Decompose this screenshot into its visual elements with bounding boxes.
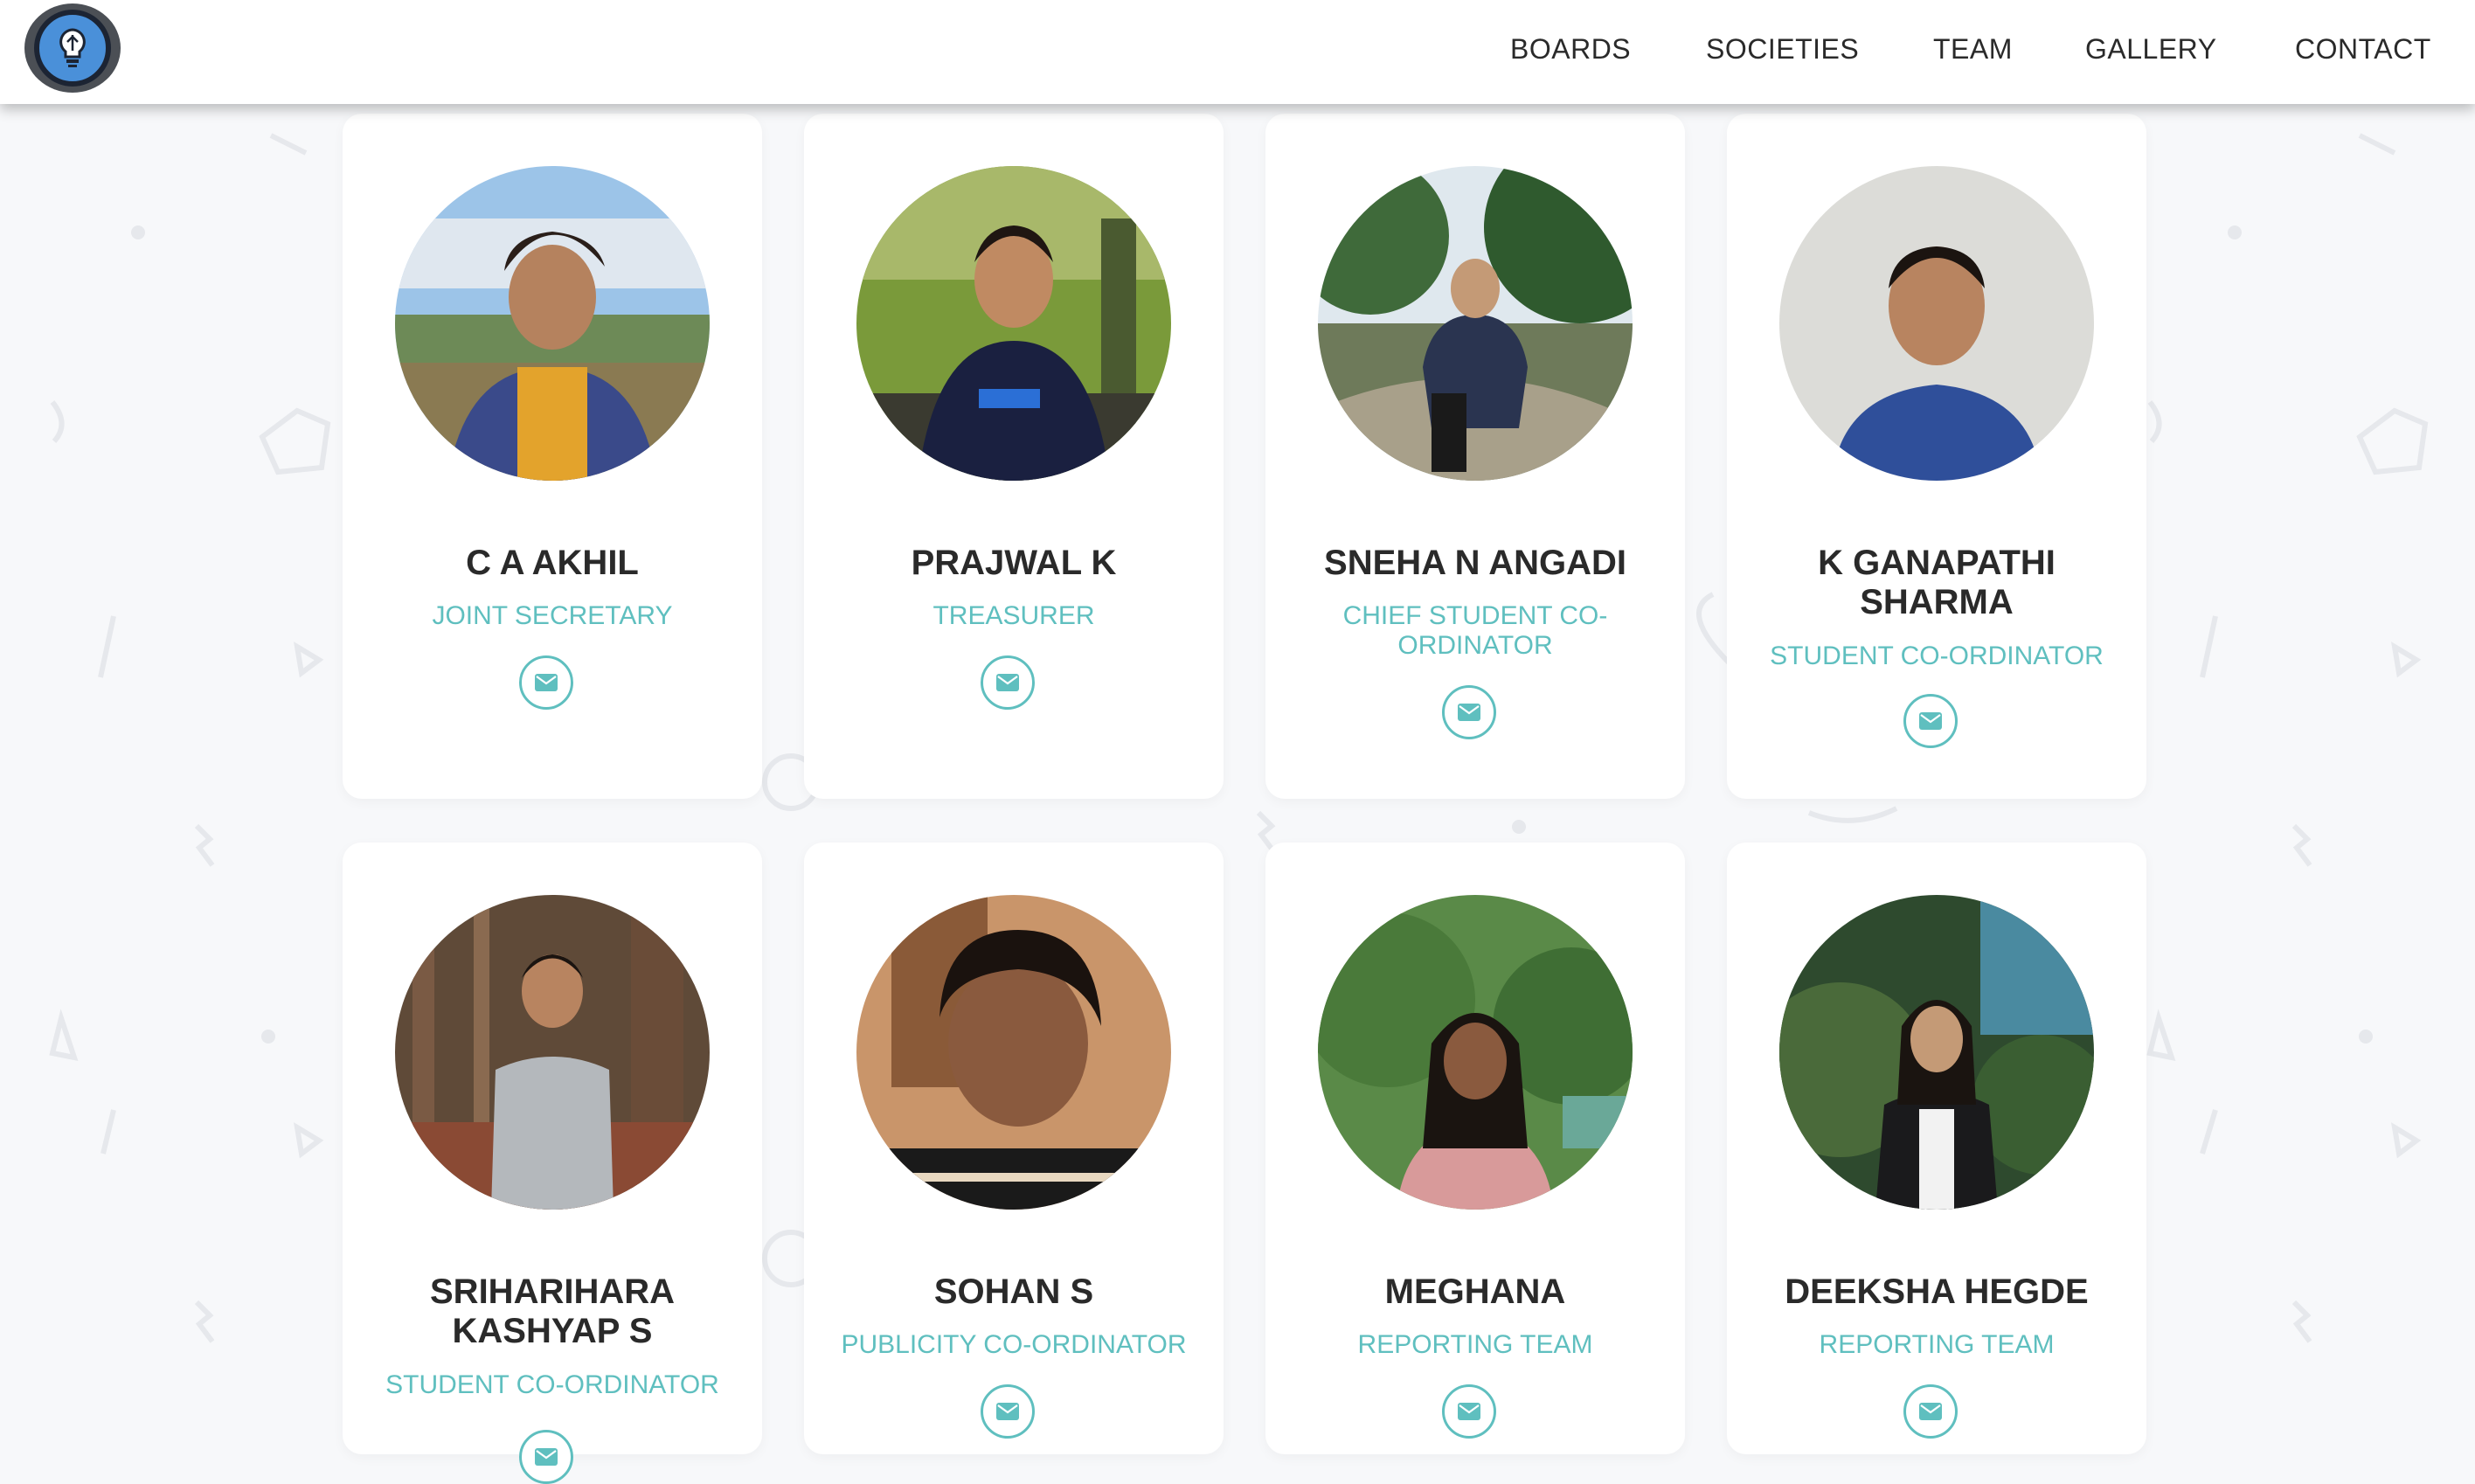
member-name: DEEKSHA HEGDE — [1785, 1272, 2089, 1311]
member-card: SRIHARIHARA KASHYAP S STUDENT CO-ORDINAT… — [343, 843, 762, 1484]
top-navbar: BOARDS SOCIETIES TEAM GALLERY CONTACT — [0, 0, 2475, 104]
nav-gallery[interactable]: GALLERY — [2085, 33, 2217, 66]
member-role: STUDENT CO-ORDINATOR — [1770, 641, 2104, 670]
nav-boards[interactable]: BOARDS — [1510, 33, 1631, 66]
envelope-icon — [996, 1403, 1019, 1420]
lightbulb-icon — [34, 10, 111, 87]
member-role: CHIEF STUDENT CO-ORDINATOR — [1342, 601, 1608, 660]
member-card: SNEHA N ANGADI CHIEF STUDENT CO-ORDINATO… — [1265, 114, 1685, 799]
site-logo[interactable] — [24, 3, 121, 93]
member-name: K GANAPATHI SHARMA — [1818, 544, 2056, 621]
member-name: SOHAN S — [933, 1272, 1094, 1311]
avatar — [856, 895, 1171, 1210]
member-name: SRIHARIHARA KASHYAP S — [430, 1272, 675, 1350]
avatar — [395, 895, 710, 1210]
email-button[interactable] — [981, 655, 1035, 710]
avatar — [395, 166, 710, 481]
nav-contact[interactable]: CONTACT — [2295, 33, 2431, 66]
email-button[interactable] — [519, 655, 573, 710]
envelope-icon — [1919, 1403, 1942, 1420]
member-role: TREASURER — [932, 601, 1095, 630]
member-card: SOHAN S PUBLICITY CO-ORDINATOR — [804, 843, 1224, 1454]
member-name: C A AKHIL — [466, 544, 639, 582]
avatar — [1779, 166, 2094, 481]
envelope-icon — [996, 674, 1019, 691]
avatar — [1779, 895, 2094, 1210]
member-card: DEEKSHA HEGDE REPORTING TEAM — [1727, 843, 2146, 1454]
nav-team[interactable]: TEAM — [1933, 33, 2013, 66]
member-card: C A AKHIL JOINT SECRETARY — [343, 114, 762, 799]
email-button[interactable] — [519, 1430, 573, 1484]
envelope-icon — [535, 674, 558, 691]
envelope-icon — [1458, 704, 1480, 721]
member-role: PUBLICITY CO-ORDINATOR — [841, 1330, 1187, 1359]
email-button[interactable] — [1442, 685, 1496, 739]
email-button[interactable] — [1903, 694, 1958, 748]
avatar — [1318, 895, 1633, 1210]
nav-societies[interactable]: SOCIETIES — [1706, 33, 1859, 66]
envelope-icon — [535, 1448, 558, 1466]
email-button[interactable] — [1442, 1384, 1496, 1439]
envelope-icon — [1458, 1403, 1480, 1420]
avatar — [1318, 166, 1633, 481]
member-card: MEGHANA REPORTING TEAM — [1265, 843, 1685, 1454]
avatar — [856, 166, 1171, 481]
member-name: SNEHA N ANGADI — [1324, 544, 1626, 582]
member-role: STUDENT CO-ORDINATOR — [385, 1370, 719, 1399]
member-card: K GANAPATHI SHARMA STUDENT CO-ORDINATOR — [1727, 114, 2146, 799]
member-card: PRAJWAL K TREASURER — [804, 114, 1224, 799]
member-name: PRAJWAL K — [911, 544, 1117, 582]
member-role: REPORTING TEAM — [1357, 1330, 1593, 1359]
envelope-icon — [1919, 712, 1942, 730]
email-button[interactable] — [1903, 1384, 1958, 1439]
member-name: MEGHANA — [1384, 1272, 1566, 1311]
email-button[interactable] — [981, 1384, 1035, 1439]
member-role: JOINT SECRETARY — [432, 601, 673, 630]
member-role: REPORTING TEAM — [1819, 1330, 2055, 1359]
